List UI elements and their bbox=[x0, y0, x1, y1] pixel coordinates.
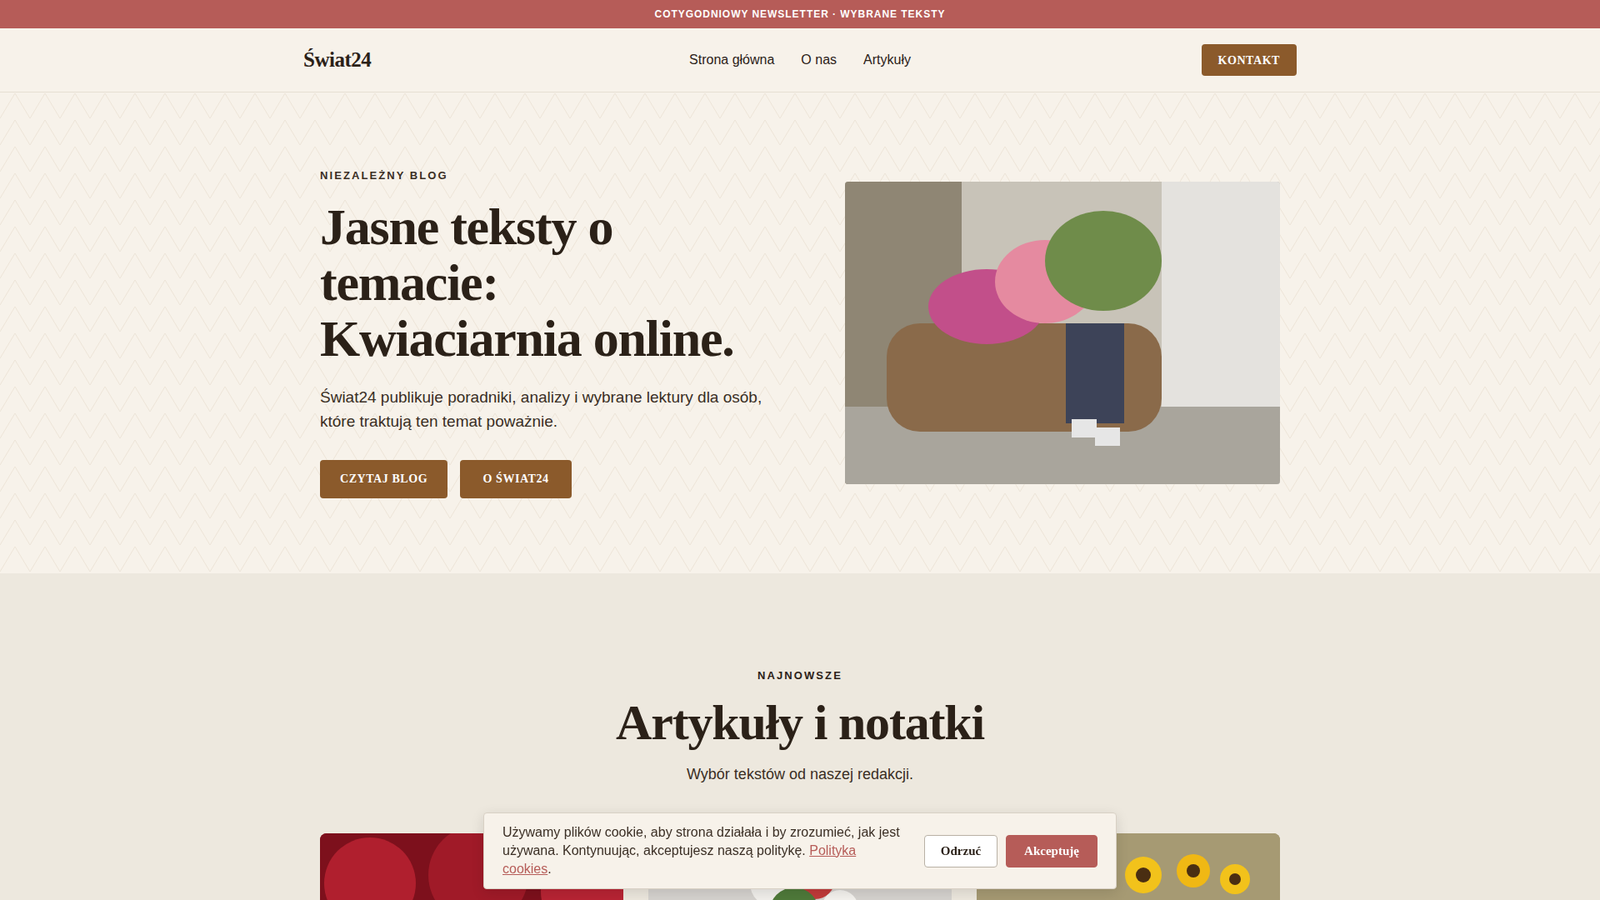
cookie-text: Używamy plików cookie, aby strona działa… bbox=[502, 823, 903, 879]
hero-lead: Świat24 publikuje poradniki, analizy i w… bbox=[320, 385, 770, 434]
background-pattern bbox=[0, 92, 1600, 574]
reject-button[interactable]: Odrzuć bbox=[924, 835, 998, 868]
announcement-bar: COTYGODNIOWY NEWSLETTER · WYBRANE TEKSTY bbox=[0, 0, 1600, 29]
hero-photo bbox=[845, 181, 1280, 485]
hero-title-line: Jasne teksty o bbox=[320, 199, 799, 255]
section-title: Artykuły i notatki bbox=[615, 695, 985, 750]
nav-link[interactable]: Artykuły bbox=[863, 50, 911, 70]
announcement-text: COTYGODNIOWY NEWSLETTER · WYBRANE TEKSTY bbox=[655, 6, 946, 22]
section-eyebrow: NAJNOWSZE bbox=[757, 667, 843, 685]
accept-button[interactable]: Akceptuję bbox=[1005, 835, 1098, 868]
logo[interactable]: Świat24 bbox=[303, 44, 690, 76]
contact-button[interactable]: KONTAKT bbox=[1201, 44, 1297, 76]
main-nav: Strona główna O nas Artykuły bbox=[689, 50, 911, 70]
read-blog-button[interactable]: CZYTAJ BLOG bbox=[320, 460, 448, 499]
section-subtitle: Wybór tekstów od naszej redakcji. bbox=[686, 763, 914, 785]
hero-content: NIEZALEŻNY BLOG Jasne teksty otemacie:Kw… bbox=[320, 167, 799, 499]
cookie-banner: Używamy plików cookie, aby strona działa… bbox=[483, 812, 1117, 890]
hero: NIEZALEŻNY BLOG Jasne teksty otemacie:Kw… bbox=[0, 92, 1600, 574]
hero-eyebrow: NIEZALEŻNY BLOG bbox=[320, 167, 799, 185]
hero-title: Jasne teksty otemacie:Kwiaciarnia online… bbox=[320, 199, 799, 367]
site-header: Świat24 Strona główna O nas Artykuły KONTA… bbox=[0, 28, 1600, 93]
hero-title-line: temacie: bbox=[320, 255, 799, 311]
hero-title-line: Kwiaciarnia online. bbox=[320, 310, 799, 367]
cookie-punctuation: . bbox=[547, 861, 551, 876]
nav-link[interactable]: O nas bbox=[800, 50, 837, 70]
nav-link[interactable]: Strona główna bbox=[689, 50, 775, 70]
about-button[interactable]: O ŚWIAT24 bbox=[460, 460, 572, 499]
